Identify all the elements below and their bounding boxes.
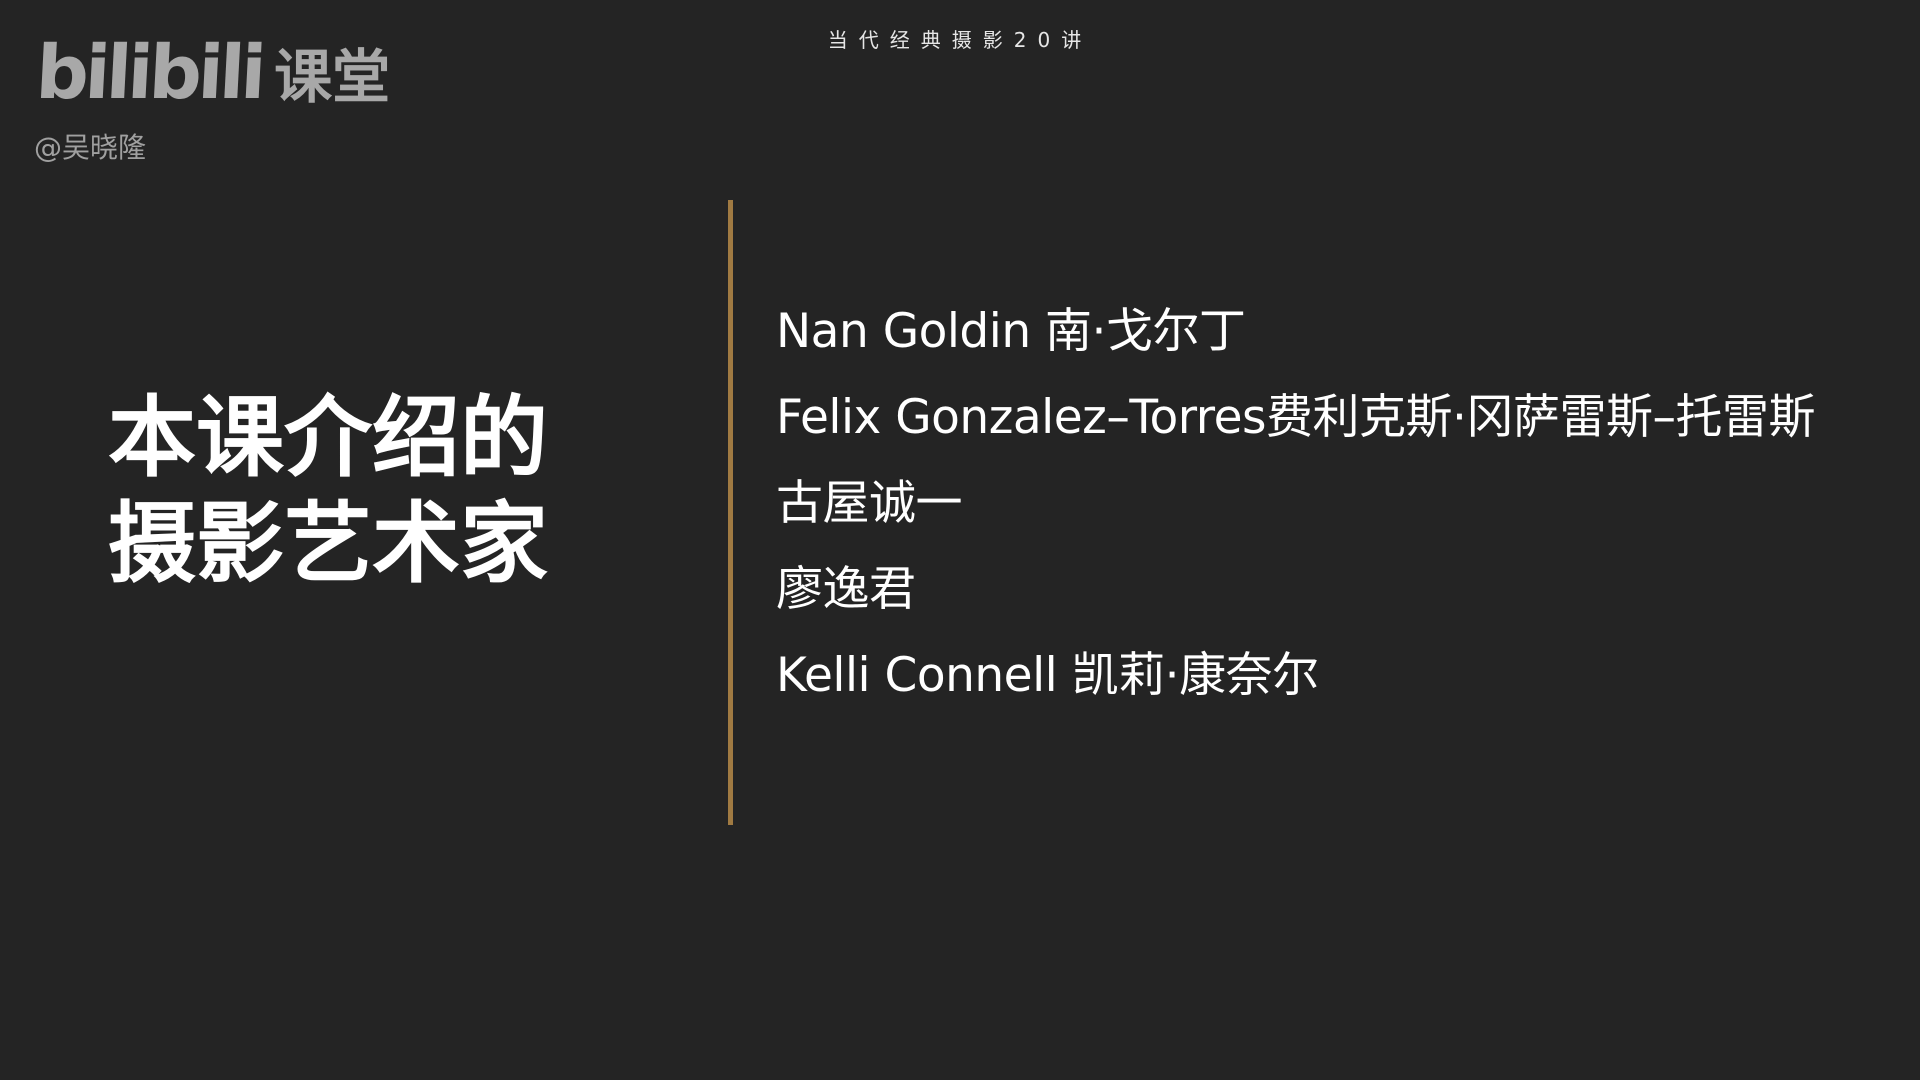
artist-item: Kelli Connell 凯莉·康奈尔 <box>776 648 1319 703</box>
bilibili-ketang-logo: bilibili 课堂 <box>33 30 391 116</box>
heading-line-2: 摄影艺术家 <box>108 492 549 595</box>
slide-heading: 本课介绍的 摄影艺术家 <box>108 385 628 597</box>
artist-item: Nan Goldin 南·戈尔丁 <box>776 304 1246 359</box>
artist-item: 廖逸君 <box>776 562 916 617</box>
author-watermark: @吴晓隆 <box>34 131 147 164</box>
artist-item: 古屋诚一 <box>776 476 962 531</box>
artist-list: Nan Goldin 南·戈尔丁 Felix Gonzalez–Torres费利… <box>776 300 1815 730</box>
artist-item: Felix Gonzalez–Torres费利克斯·冈萨雷斯–托雷斯 <box>776 390 1815 445</box>
heading-line-1: 本课介绍的 <box>108 386 549 489</box>
logo-wordmark: bilibili <box>33 30 265 116</box>
logo-suffix: 课堂 <box>274 43 391 111</box>
vertical-divider <box>728 200 733 825</box>
